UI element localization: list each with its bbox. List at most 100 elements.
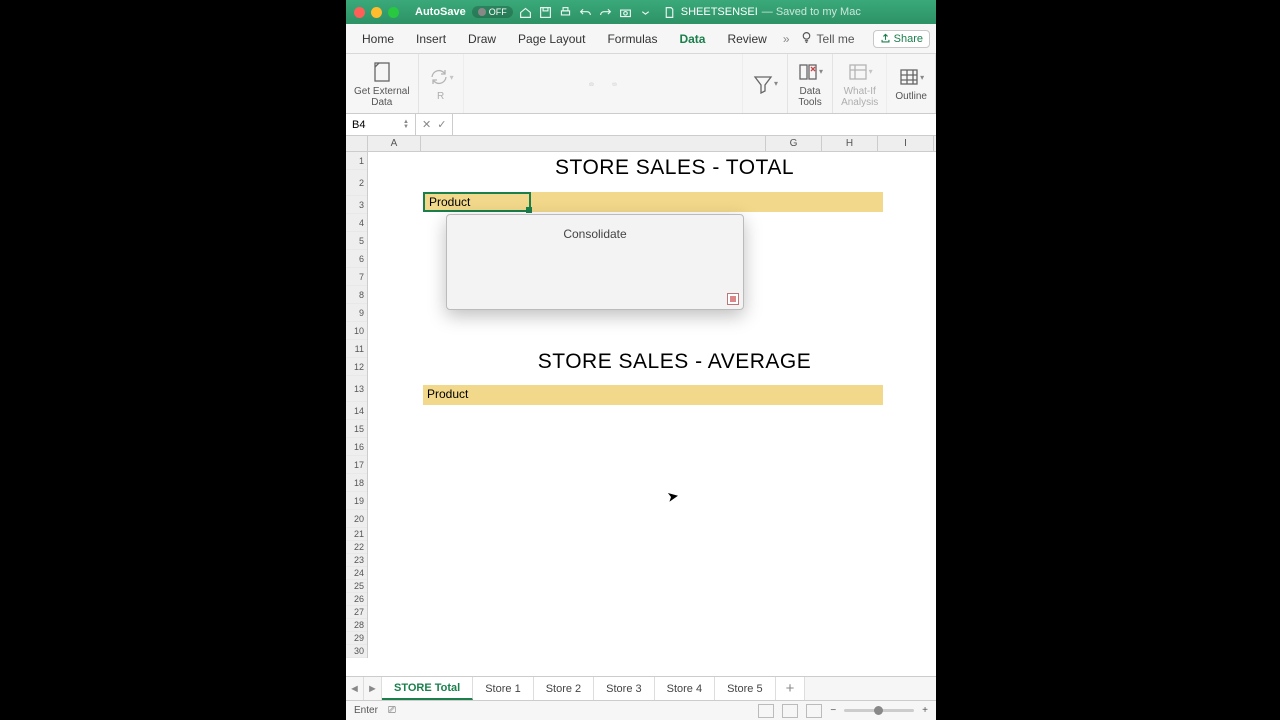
- cancel-formula-icon[interactable]: ✕: [422, 118, 431, 131]
- row-header[interactable]: 23: [346, 554, 367, 567]
- lightbulb-icon: [800, 31, 813, 47]
- zoom-window-button[interactable]: [388, 7, 399, 18]
- column-headers: A G H I: [368, 136, 936, 152]
- row-header[interactable]: 9: [346, 304, 367, 322]
- building-icon: [589, 74, 594, 94]
- save-icon[interactable]: [539, 5, 553, 19]
- share-button[interactable]: Share: [873, 30, 930, 48]
- document-title: SHEETSENSEI — Saved to my Mac: [663, 5, 861, 19]
- row-header[interactable]: 18: [346, 474, 367, 492]
- tab-insert[interactable]: Insert: [406, 28, 456, 50]
- sheet-tab-store-4[interactable]: Store 4: [655, 677, 715, 700]
- tab-review[interactable]: Review: [717, 28, 776, 50]
- mouse-cursor: ➤: [666, 487, 681, 506]
- select-all-corner[interactable]: [346, 136, 368, 152]
- refresh-button[interactable]: ▾ R: [419, 54, 464, 113]
- row-headers: 1234567891011121314151617181920212223242…: [346, 152, 368, 658]
- row-header[interactable]: 19: [346, 492, 367, 510]
- row-header[interactable]: 20: [346, 510, 367, 528]
- sheet-tab-store-3[interactable]: Store 3: [594, 677, 654, 700]
- minimize-window-button[interactable]: [371, 7, 382, 18]
- print-icon[interactable]: [559, 5, 573, 19]
- sheet-tab-store-total[interactable]: STORE Total: [382, 677, 473, 700]
- consolidate-dialog[interactable]: Consolidate: [446, 214, 744, 310]
- row-header[interactable]: 10: [346, 322, 367, 340]
- whatif-analysis-button[interactable]: ▾ What-If Analysis: [833, 54, 887, 113]
- row-header[interactable]: 13: [346, 376, 367, 402]
- filter-button[interactable]: ▾: [743, 54, 788, 113]
- row-header[interactable]: 5: [346, 232, 367, 250]
- data-tools-button[interactable]: ▾ Data Tools: [788, 54, 833, 113]
- zoom-slider[interactable]: [844, 709, 914, 712]
- col-header-g[interactable]: G: [766, 136, 822, 151]
- row-header[interactable]: 24: [346, 567, 367, 580]
- row-header[interactable]: 30: [346, 645, 367, 658]
- zoom-in-button[interactable]: +: [922, 705, 928, 716]
- row-header[interactable]: 17: [346, 456, 367, 474]
- row-header[interactable]: 27: [346, 606, 367, 619]
- outline-button[interactable]: ▾ Outline: [887, 54, 936, 113]
- row-header[interactable]: 26: [346, 593, 367, 606]
- formula-bar: B4 ▲▼ ✕ ✓: [346, 114, 936, 136]
- col-header-a[interactable]: A: [368, 136, 421, 151]
- autosave-toggle[interactable]: OFF: [472, 6, 513, 18]
- worksheet-grid[interactable]: A G H I 12345678910111213141516171819202…: [346, 136, 936, 676]
- row-header[interactable]: 25: [346, 580, 367, 593]
- name-box-stepper[interactable]: ▲▼: [403, 120, 409, 130]
- tell-me-search[interactable]: Tell me: [800, 31, 855, 47]
- row-header[interactable]: 15: [346, 420, 367, 438]
- row-header[interactable]: 16: [346, 438, 367, 456]
- tab-draw[interactable]: Draw: [458, 28, 506, 50]
- page-break-view-button[interactable]: [806, 704, 822, 718]
- row-header[interactable]: 7: [346, 268, 367, 286]
- row-header[interactable]: 22: [346, 541, 367, 554]
- sheet-nav-prev[interactable]: ◄: [346, 677, 364, 700]
- name-box[interactable]: B4 ▲▼: [346, 114, 416, 135]
- tab-page-layout[interactable]: Page Layout: [508, 28, 595, 50]
- header-band-average: [423, 385, 883, 405]
- redo-icon[interactable]: [599, 5, 613, 19]
- sheet-tab-store-1[interactable]: Store 1: [473, 677, 533, 700]
- sheet-tab-store-2[interactable]: Store 2: [534, 677, 594, 700]
- row-header[interactable]: 12: [346, 358, 367, 376]
- add-sheet-button[interactable]: +: [776, 677, 806, 700]
- toolbar-more-icon[interactable]: [639, 5, 653, 19]
- row-header[interactable]: 29: [346, 632, 367, 645]
- tab-home[interactable]: Home: [352, 28, 404, 50]
- zoom-out-button[interactable]: −: [830, 705, 836, 716]
- row-header[interactable]: 6: [346, 250, 367, 268]
- map-icon: [612, 74, 617, 94]
- row-header[interactable]: 1: [346, 152, 367, 170]
- row-header[interactable]: 3: [346, 196, 367, 214]
- window-controls: [354, 7, 399, 18]
- normal-view-button[interactable]: [758, 704, 774, 718]
- sheet-nav-next[interactable]: ►: [364, 677, 382, 700]
- tab-overflow[interactable]: »: [779, 28, 794, 50]
- close-window-button[interactable]: [354, 7, 365, 18]
- col-header-h[interactable]: H: [822, 136, 878, 151]
- undo-icon[interactable]: [579, 5, 593, 19]
- autosave-label: AutoSave: [415, 6, 466, 18]
- home-icon[interactable]: [519, 5, 533, 19]
- row-header[interactable]: 8: [346, 286, 367, 304]
- tab-data[interactable]: Data: [669, 28, 715, 50]
- row-header[interactable]: 28: [346, 619, 367, 632]
- sheet-tab-store-5[interactable]: Store 5: [715, 677, 775, 700]
- active-cell-b4[interactable]: Product: [423, 192, 531, 212]
- accept-formula-icon[interactable]: ✓: [437, 118, 446, 131]
- col-header-i[interactable]: I: [878, 136, 934, 151]
- row-header[interactable]: 11: [346, 340, 367, 358]
- row-header[interactable]: 2: [346, 170, 367, 196]
- tab-formulas[interactable]: Formulas: [597, 28, 667, 50]
- ribbon-tabs: Home Insert Draw Page Layout Formulas Da…: [346, 24, 936, 54]
- record-macro-icon[interactable]: ⎚: [388, 705, 396, 716]
- page-layout-view-button[interactable]: [782, 704, 798, 718]
- dialog-expand-button[interactable]: [727, 293, 739, 305]
- camera-icon[interactable]: [619, 5, 633, 19]
- get-external-data-button[interactable]: Get External Data: [346, 54, 419, 113]
- status-bar: Enter ⎚ − +: [346, 700, 936, 720]
- row-header[interactable]: 21: [346, 528, 367, 541]
- row-header[interactable]: 14: [346, 402, 367, 420]
- file-icon: [663, 5, 677, 19]
- row-header[interactable]: 4: [346, 214, 367, 232]
